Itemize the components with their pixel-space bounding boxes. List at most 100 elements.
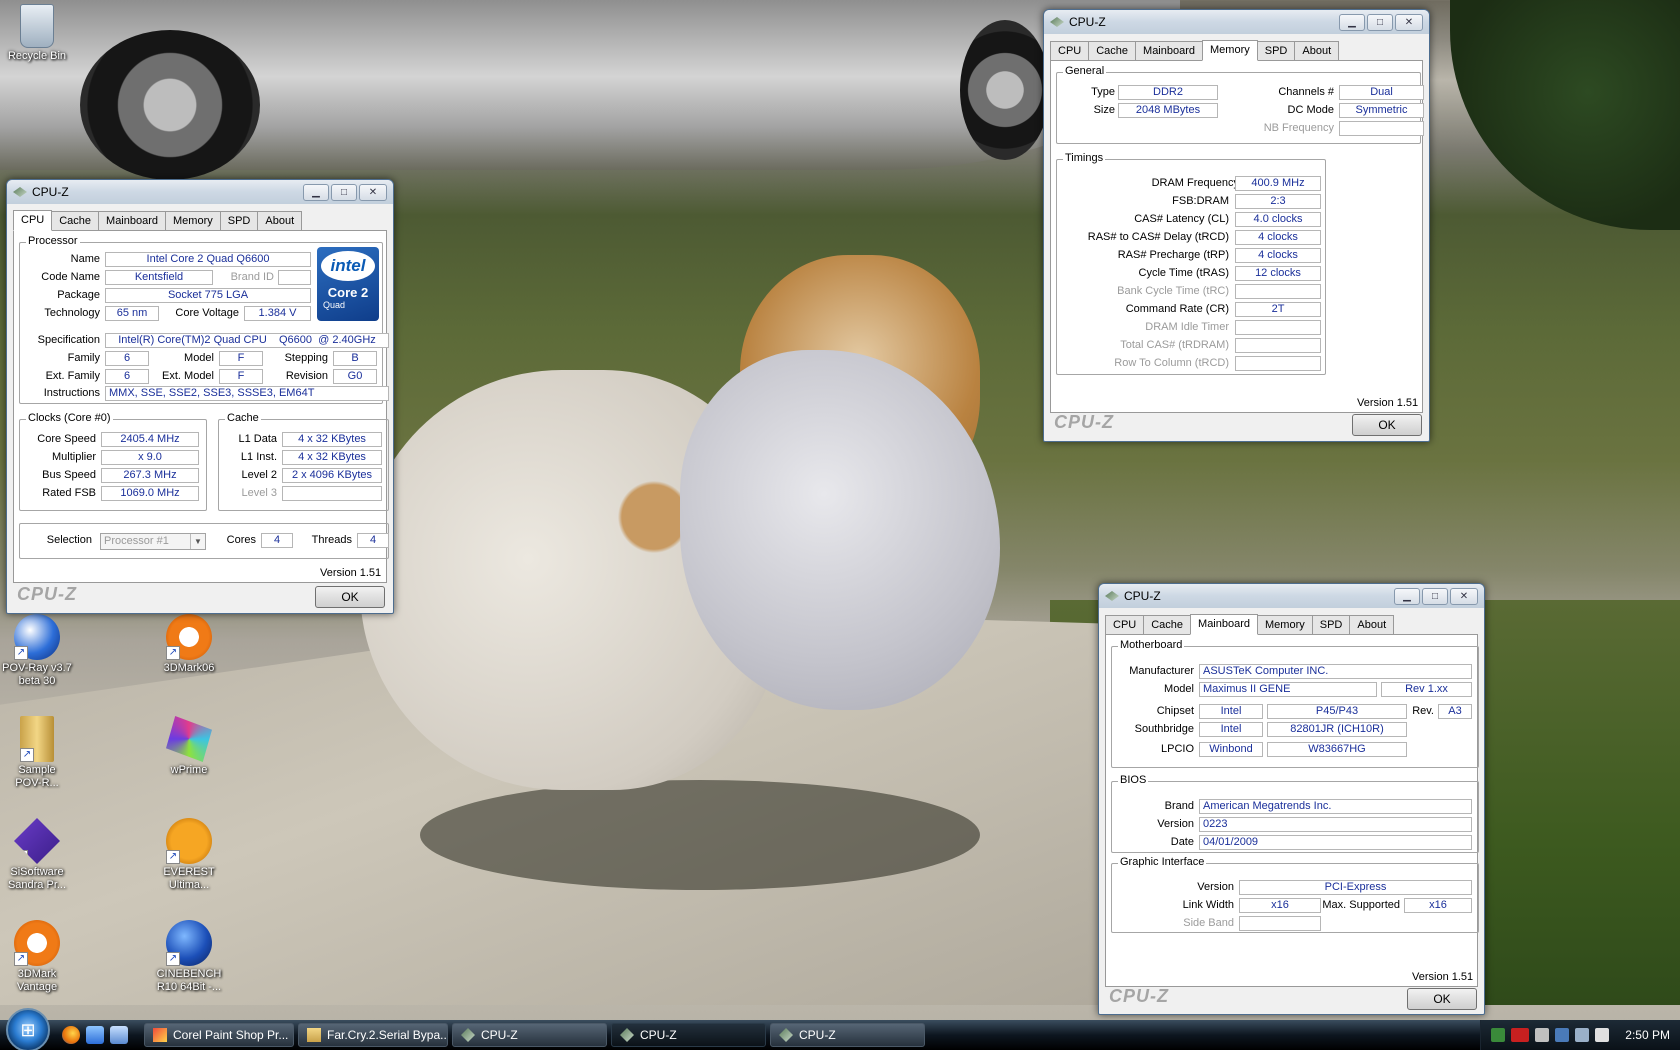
show-desktop-icon[interactable]: [86, 1026, 104, 1044]
ok-button[interactable]: OK: [1407, 988, 1477, 1010]
system-clock[interactable]: 2:50 PM: [1625, 1028, 1670, 1042]
stepping-label: Stepping: [284, 352, 328, 364]
cpuz-app-icon: [779, 1028, 793, 1042]
desktop-icon-wprime[interactable]: wPrime: [146, 716, 232, 777]
cpuz-app-icon: [1050, 17, 1064, 27]
desktop-icon-3dmark-vantage[interactable]: ↗ 3DMark Vantage: [0, 920, 80, 994]
cpuz-window-mainboard[interactable]: CPU-Z ▁ □ ✕ CPU Cache Mainboard Memory S…: [1098, 583, 1485, 1015]
brandid-label: Brand ID: [230, 271, 274, 283]
minimize-button[interactable]: ▁: [1339, 13, 1365, 31]
tab-about[interactable]: About: [1349, 615, 1395, 634]
switch-windows-icon[interactable]: [110, 1026, 128, 1044]
tab-spd[interactable]: SPD: [1311, 615, 1351, 634]
threads-label: Threads: [311, 534, 352, 546]
multiplier-label: Multiplier: [51, 451, 96, 463]
cpuz-app-icon: [461, 1028, 475, 1042]
tab-mainboard[interactable]: Mainboard: [1190, 614, 1259, 635]
window-title: CPU-Z: [1069, 15, 1106, 29]
network-icon[interactable]: [1555, 1028, 1570, 1042]
tab-spd[interactable]: SPD: [219, 211, 259, 230]
rated-fsb-label: Rated FSB: [42, 487, 96, 499]
level3-label: Level 3: [241, 487, 277, 499]
desktop-icon-recycle-bin[interactable]: Recycle Bin: [0, 4, 80, 63]
tab-memory[interactable]: Memory: [1202, 40, 1258, 61]
taskbar: ⊞ Corel Paint Shop Pr... Far.Cry.2.Seria…: [0, 1008, 1680, 1050]
maximize-button[interactable]: □: [331, 183, 357, 201]
processor-select[interactable]: Processor #1 ▼: [100, 533, 206, 550]
taskbar-item-cpuz-2[interactable]: CPU-Z: [611, 1023, 766, 1047]
cpuz-brand: CPU-Z: [17, 584, 77, 604]
tab-cache[interactable]: Cache: [1088, 41, 1137, 60]
close-button[interactable]: ✕: [1395, 13, 1423, 31]
dram-idle-timer-value: [1235, 320, 1321, 335]
volume-icon[interactable]: [1575, 1028, 1590, 1042]
maximize-button[interactable]: □: [1422, 587, 1448, 605]
start-button[interactable]: ⊞: [6, 1008, 50, 1050]
ok-button[interactable]: OK: [1352, 414, 1422, 436]
tab-cpu[interactable]: CPU: [13, 210, 53, 231]
dram-frequency-label: DRAM Frequency: [1151, 177, 1239, 189]
cpuz-window-memory[interactable]: CPU-Z ▁ □ ✕ CPU Cache Mainboard Memory S…: [1043, 9, 1430, 442]
trp-value: 4 clocks: [1235, 248, 1321, 263]
taskbar-item-farcry-folder[interactable]: Far.Cry.2.Serial Bypa...: [298, 1023, 448, 1047]
title-bar[interactable]: CPU-Z ▁ □ ✕: [7, 180, 393, 204]
minimize-button[interactable]: ▁: [303, 183, 329, 201]
desktop-icon-everest[interactable]: ↗ EVEREST Ultima...: [146, 818, 232, 892]
tab-cpu[interactable]: CPU: [1105, 615, 1145, 634]
cpuz-brand: CPU-Z: [1054, 412, 1114, 432]
tab-about[interactable]: About: [1294, 41, 1340, 60]
tab-mainboard[interactable]: Mainboard: [98, 211, 167, 230]
specification-label: Specification: [37, 334, 100, 346]
nb-frequency-label: NB Frequency: [1263, 122, 1334, 134]
firefox-icon[interactable]: [62, 1026, 80, 1044]
maximize-button[interactable]: □: [1367, 13, 1393, 31]
multiplier-value: x 9.0: [101, 450, 199, 465]
taskbar-item-cpuz-1[interactable]: CPU-Z: [452, 1023, 607, 1047]
desktop-icon-sample-povray-folder[interactable]: ↗ Sample POV-R...: [0, 716, 80, 790]
ok-button[interactable]: OK: [315, 586, 385, 608]
minimize-button[interactable]: ▁: [1394, 587, 1420, 605]
tab-about[interactable]: About: [257, 211, 303, 230]
tab-cache[interactable]: Cache: [1143, 615, 1192, 634]
tab-spd[interactable]: SPD: [1256, 41, 1296, 60]
core-voltage-label: Core Voltage: [175, 307, 239, 319]
manufacturer-value: ASUSTeK Computer INC.: [1199, 664, 1472, 679]
l1-data-value: 4 x 32 KBytes: [282, 432, 382, 447]
tab-memory[interactable]: Memory: [1257, 615, 1313, 634]
tray-app-icon[interactable]: [1491, 1028, 1506, 1042]
bios-version-value: 0223: [1199, 817, 1472, 832]
chevron-down-icon[interactable]: ▼: [190, 534, 205, 549]
desktop-icon-sisoftware-sandra[interactable]: ↗ SiSoftware Sandra Pr...: [0, 818, 80, 892]
tab-cpu[interactable]: CPU: [1050, 41, 1090, 60]
sandra-icon: ↗: [14, 818, 60, 864]
side-band-value: [1239, 916, 1321, 931]
size-value: 2048 MBytes: [1118, 103, 1218, 118]
ati-catalyst-icon[interactable]: [1511, 1028, 1530, 1042]
revision-value: G0: [333, 369, 377, 384]
tab-memory[interactable]: Memory: [165, 211, 221, 230]
tray-app-icon[interactable]: [1535, 1028, 1550, 1042]
version-label: Version 1.51: [1357, 397, 1419, 409]
row-to-column-label: Row To Column (tRCD): [1114, 357, 1229, 369]
tab-cache[interactable]: Cache: [51, 211, 100, 230]
desktop-icon-cinebench[interactable]: ↗ CINEBENCH R10 64Bit -...: [146, 920, 232, 994]
wallpaper-tree: [1450, 0, 1680, 230]
title-bar[interactable]: CPU-Z ▁ □ ✕: [1044, 10, 1429, 34]
title-bar[interactable]: CPU-Z ▁ □ ✕: [1099, 584, 1484, 608]
cpuz-window-cpu[interactable]: CPU-Z ▁ □ ✕ CPU Cache Mainboard Memory S…: [6, 179, 394, 614]
tab-mainboard[interactable]: Mainboard: [1135, 41, 1204, 60]
channels-label: Channels #: [1278, 86, 1334, 98]
type-value: DDR2: [1118, 85, 1218, 100]
taskbar-item-paint-shop[interactable]: Corel Paint Shop Pr...: [144, 1023, 294, 1047]
taskbar-item-cpuz-3[interactable]: CPU-Z: [770, 1023, 925, 1047]
desktop-icon-povray[interactable]: ↗ POV-Ray v3.7 beta 30: [0, 614, 80, 688]
close-button[interactable]: ✕: [1450, 587, 1478, 605]
gi-version-value: PCI-Express: [1239, 880, 1472, 895]
tray-app-icon[interactable]: [1595, 1028, 1610, 1042]
desktop-icon-3dmark06[interactable]: ↗ 3DMark06: [146, 614, 232, 675]
close-button[interactable]: ✕: [359, 183, 387, 201]
cpuz-brand: CPU-Z: [1109, 986, 1169, 1006]
bios-brand-value: American Megatrends Inc.: [1199, 799, 1472, 814]
shortcut-arrow-icon: ↗: [166, 952, 180, 966]
paint-shop-icon: [153, 1028, 167, 1042]
